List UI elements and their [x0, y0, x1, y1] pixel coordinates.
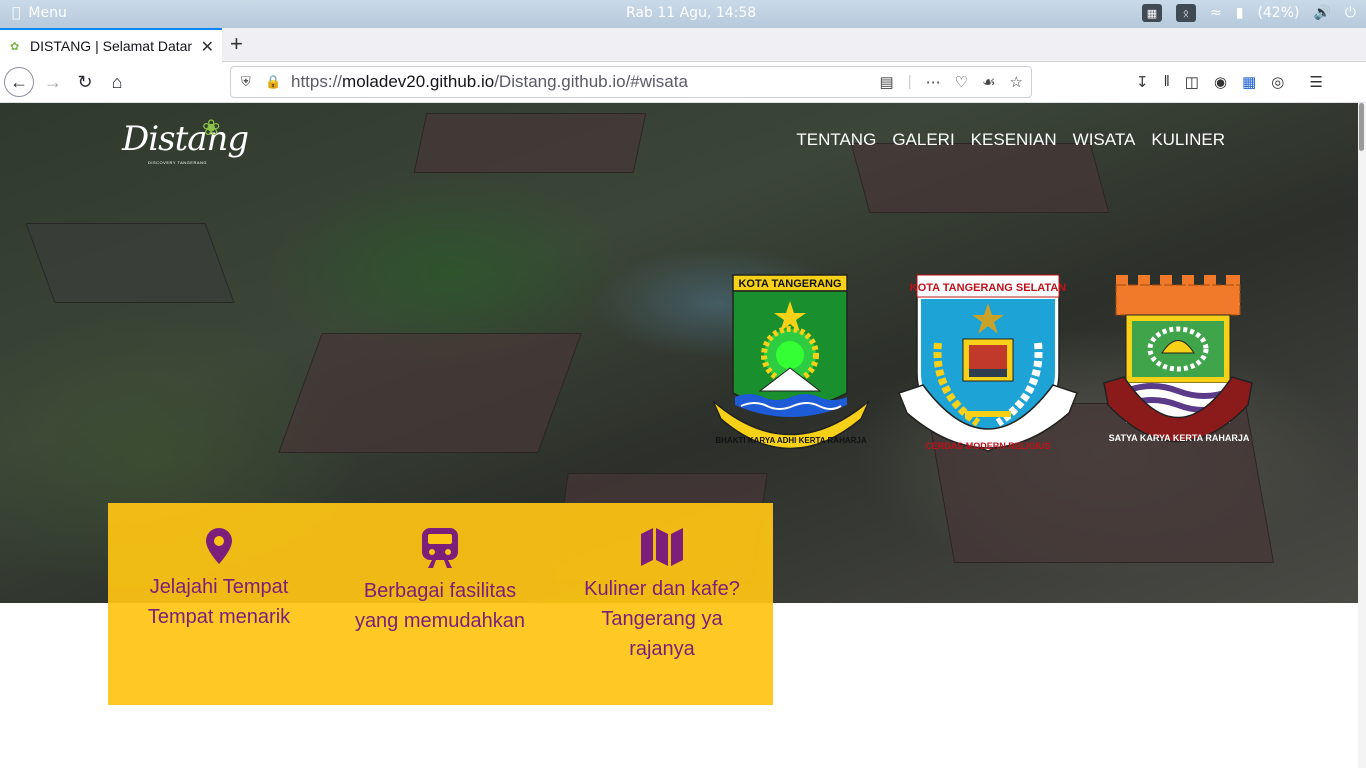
translate-icon[interactable]: ☙ [982, 73, 995, 91]
navigation-toolbar: ← → ↻ ⌂ ⛨ 🔒 https://moladev20.github.io/… [0, 62, 1366, 103]
train-icon [422, 528, 458, 568]
sidebar-icon[interactable]: ◫ [1185, 73, 1199, 91]
kabupaten-tangerang-crest: SATYA KARYA KERTA RAHARJA [1103, 275, 1253, 443]
hero-roof-shape [850, 143, 1110, 213]
download-icon[interactable]: ↧ [1136, 73, 1149, 91]
battery-icon[interactable]: ▮ [1236, 5, 1244, 21]
shield-icon[interactable]: ⛨ [241, 74, 255, 90]
logo-wordmark: Distang [122, 119, 249, 159]
scrollbar-thumb[interactable] [1359, 103, 1364, 151]
feature-line: yang memudahkan [354, 610, 526, 632]
features-card: Jelajahi Tempat Tempat menarik Berbagai … [108, 503, 773, 705]
reload-button[interactable]: ↻ [70, 67, 100, 97]
hamburger-menu-icon[interactable]: ☰ [1309, 73, 1322, 91]
feature-line: Tempat menarik [147, 606, 291, 628]
lock-icon[interactable]: 🔒 [265, 74, 281, 90]
hero-roof-shape [278, 333, 582, 453]
logo-subtitle: DISCOVERY TANGERANG [148, 160, 207, 165]
bookmark-star-icon[interactable]: ☆ [1010, 73, 1023, 91]
url-bar[interactable]: ⛨ 🔒 https://moladev20.github.io/Distang.… [230, 66, 1032, 98]
account-icon[interactable]: ◉ [1214, 73, 1227, 91]
new-tab-button[interactable]: + [230, 31, 243, 57]
url-actions: ▤ | ⋯ ♡ ☙ ☆ [880, 73, 1023, 91]
more-actions-icon[interactable]: ⋯ [926, 73, 941, 91]
back-button[interactable]: ← [4, 67, 34, 97]
library-icon[interactable]: ‖ [1164, 73, 1170, 91]
nav-link-wisata[interactable]: WISATA [1073, 130, 1136, 150]
crest-2-motto: CERDAS MODERN RELIGIUS [925, 441, 1051, 451]
map-icon [641, 528, 683, 566]
url-divider: | [907, 73, 912, 90]
nav-link-kuliner[interactable]: KULINER [1151, 130, 1225, 150]
extension-icon[interactable]: ◎ [1271, 73, 1284, 91]
map-pin-icon [206, 528, 232, 564]
tab-distang[interactable]: ✿ DISTANG | Selamat Datang ✕ [0, 28, 222, 62]
feature-line: Jelajahi Tempat [149, 576, 289, 598]
tab-bar: ✿ DISTANG | Selamat Datang ✕ + [0, 28, 1366, 62]
crest-2-title: KOTA TANGERANG SELATAN [910, 282, 1066, 294]
page-scrollbar[interactable] [1358, 103, 1366, 768]
pocket-icon[interactable]: ♡ [955, 73, 968, 91]
kota-tangerang-selatan-crest: KOTA TANGERANG SELATAN CERDAS MODERN REL… [898, 274, 1078, 452]
feature-line: Kuliner dan kafe? [584, 578, 740, 600]
feature-jelajahi: Jelajahi Tempat Tempat menarik [108, 503, 330, 632]
bluetooth-icon[interactable]: ᛟ [1175, 4, 1196, 22]
reader-view-icon[interactable]: ▤ [880, 73, 894, 91]
hero-roof-shape [25, 223, 235, 303]
hero-roof-shape [413, 113, 647, 173]
kota-tangerang-crest: KOTA TANGERANG BHAKTI KARYA ADHI KERTA R… [712, 274, 870, 450]
power-icon[interactable]: ⏻ [1345, 5, 1356, 21]
battery-percent: (42%) [1257, 5, 1300, 21]
crest-1-title: KOTA TANGERANG [738, 278, 841, 290]
feature-line: rajanya [629, 638, 695, 660]
feature-kuliner: Kuliner dan kafe? Tangerang ya rajanya [551, 503, 773, 664]
system-tray: ▦ ᛟ ≈ ▮ (42%) 🔊 ⏻ [1141, 4, 1356, 22]
url-text[interactable]: https://moladev20.github.io/Distang.gith… [291, 72, 688, 92]
toolbar-right: ↧ ‖ ◫ ◉ ▦ ◎ ☰ [1136, 73, 1323, 91]
home-button[interactable]: ⌂ [102, 67, 132, 97]
feature-line: Tangerang ya [601, 608, 723, 630]
feature-fasilitas: Berbagai fasilitas yang memudahkan [329, 503, 551, 636]
drive-icon[interactable]: ▦ [1141, 4, 1162, 22]
leaf-favicon-icon: ✿ [10, 41, 20, 53]
feature-line: Berbagai fasilitas [363, 580, 517, 602]
nav-link-galeri[interactable]: GALERI [892, 130, 954, 150]
leaf-icon: ❀ [202, 115, 221, 140]
crest-3-motto: SATYA KARYA KERTA RAHARJA [1109, 433, 1250, 443]
volume-icon[interactable]: 🔊 [1313, 5, 1330, 21]
nav-link-kesenian[interactable]: KESENIAN [971, 130, 1057, 150]
translate-ext-icon[interactable]: ▦ [1242, 73, 1256, 91]
close-tab-icon[interactable]: ✕ [201, 37, 214, 57]
apple-icon:  [12, 5, 20, 21]
tab-title: DISTANG | Selamat Datang [30, 38, 192, 54]
site-nav: TENTANG GALERI KESENIAN WISATA KULINER [796, 130, 1225, 150]
wifi-icon[interactable]: ≈ [1210, 5, 1222, 21]
nav-link-tentang[interactable]: TENTANG [796, 130, 876, 150]
system-top-bar:  Menu Rab 11 Agu, 14:58 ▦ ᛟ ≈ ▮ (42%) 🔊… [0, 0, 1366, 28]
menu-label: Menu [20, 5, 66, 21]
app-menu-button[interactable]:  Menu [12, 5, 67, 21]
forward-button[interactable]: → [38, 67, 68, 97]
crest-1-motto: BHAKTI KARYA ADHI KERTA RAHARJA [715, 436, 866, 445]
clock[interactable]: Rab 11 Agu, 14:58 [626, 5, 756, 21]
site-logo[interactable]: Distang ❀ DISCOVERY TANGERANG [122, 115, 249, 167]
